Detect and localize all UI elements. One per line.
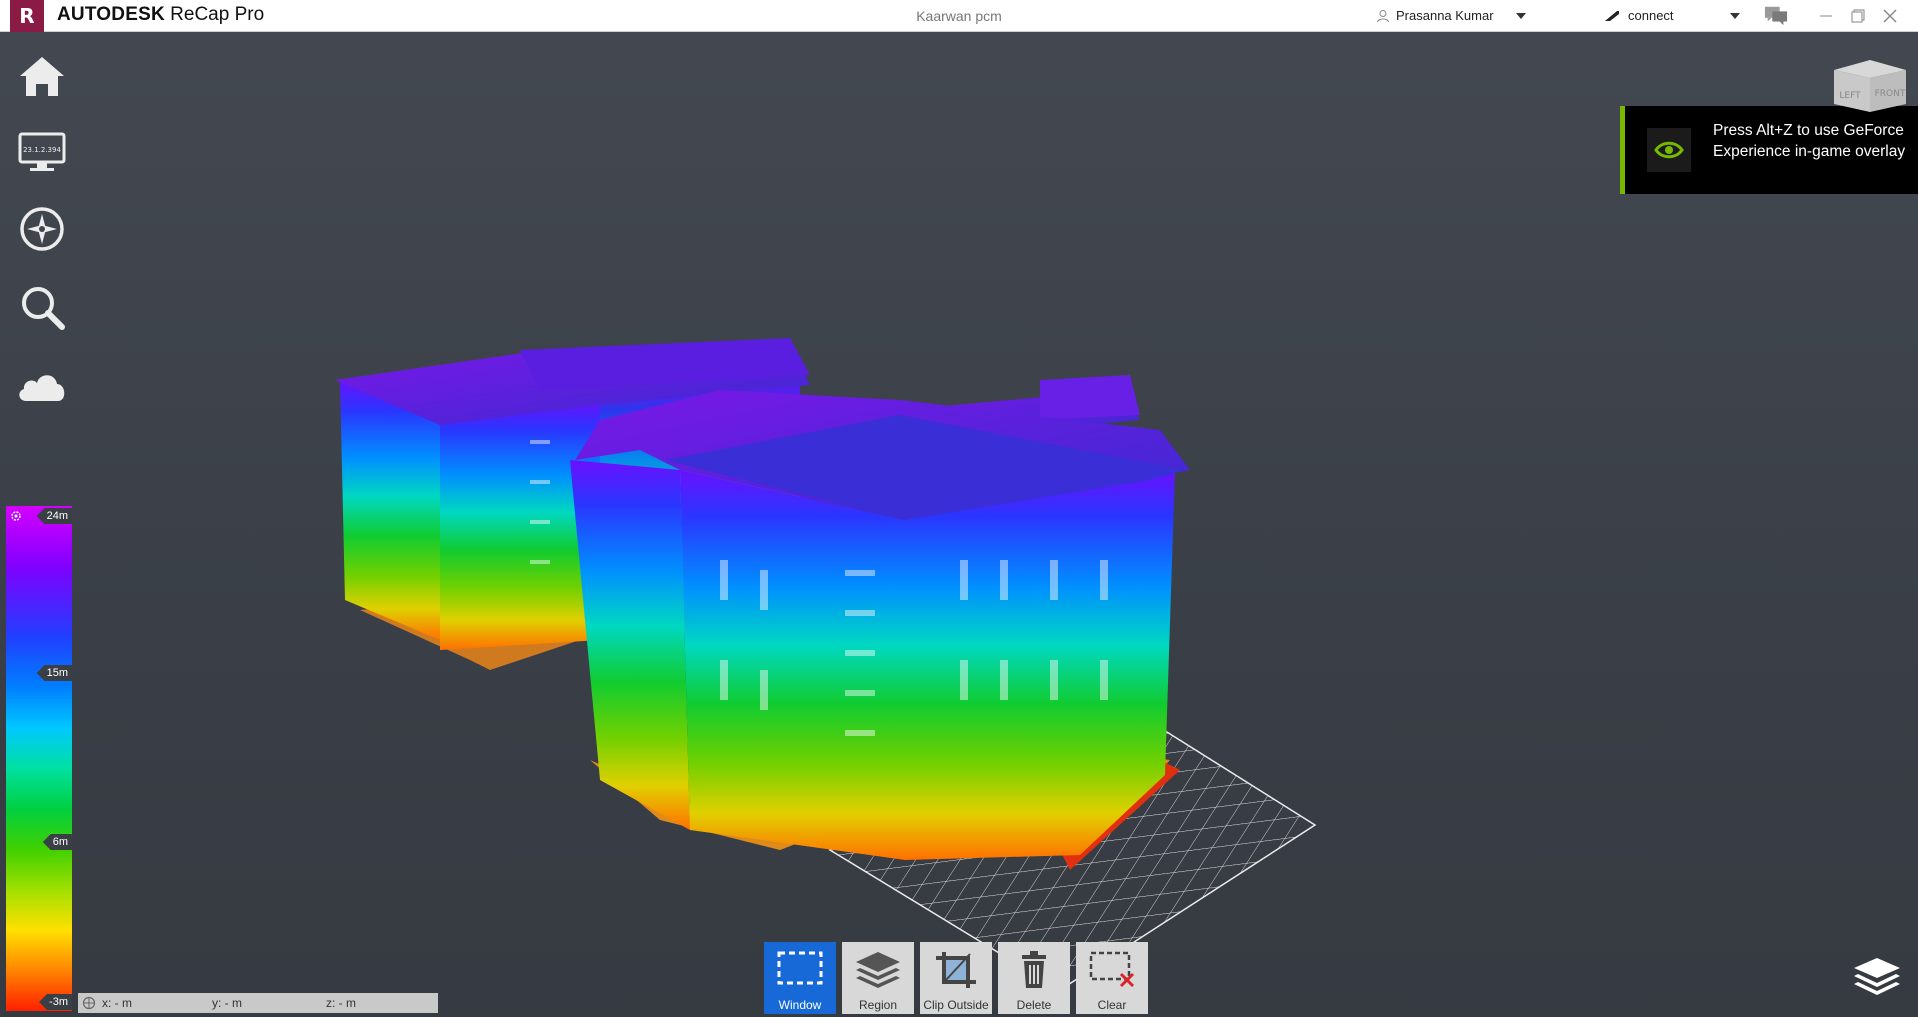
coordinates-bar: x: - m y: - m z: - m (78, 993, 438, 1013)
window-tool-label: Window (778, 998, 822, 1012)
clear-selection-icon (1089, 951, 1135, 988)
compass-icon (20, 207, 64, 251)
scale-mid-low-label[interactable]: 6m (42, 834, 72, 850)
view-cube[interactable]: LEFT FRONT (1830, 56, 1910, 117)
user-name: Prasanna Kumar (1396, 8, 1494, 23)
close-icon (1883, 9, 1897, 23)
coord-x: x: - m (102, 996, 132, 1010)
trash-icon (1022, 951, 1046, 988)
connect-label: connect (1628, 8, 1674, 23)
connect-menu[interactable]: connect (1604, 8, 1740, 23)
chevron-down-icon (1729, 12, 1740, 19)
clear-tool-label: Clear (1097, 998, 1127, 1012)
clip-outside-tool-label: Clip Outside (923, 998, 989, 1012)
restore-icon (1851, 9, 1865, 23)
app-title: AUTODESK ReCap Pro (57, 4, 264, 26)
layers-panel-button[interactable] (1852, 956, 1902, 1000)
cloud-icon (19, 375, 65, 401)
minimize-button[interactable] (1814, 4, 1838, 28)
crosshair-icon (82, 996, 96, 1010)
comments-button[interactable] (1764, 4, 1788, 28)
title-bar: R AUTODESK ReCap Pro Kaarwan pcm Prasann… (0, 0, 1918, 32)
autodesk-connect-icon (1605, 10, 1619, 21)
chevron-down-icon (1515, 12, 1526, 19)
navigation-button[interactable] (16, 203, 68, 255)
brand-name: AUTODESK (57, 4, 165, 25)
layers-icon (856, 952, 900, 988)
geforce-overlay-notification: Press Alt+Z to use GeForce Experience in… (1620, 106, 1918, 194)
nvidia-logo-icon (1647, 128, 1691, 172)
app-logo: R (10, 0, 44, 32)
coord-y: y: - m (212, 996, 242, 1010)
product-name: ReCap Pro (170, 4, 265, 25)
viewcube-left-label: LEFT (1839, 91, 1861, 101)
monitor-icon: 23.1.2.394 (18, 132, 66, 171)
search-button[interactable] (16, 281, 68, 333)
region-tool-button[interactable]: Region (842, 942, 914, 1014)
home-icon (20, 57, 64, 96)
window-select-icon (777, 951, 823, 985)
window-tool-button[interactable]: Window (764, 942, 836, 1014)
user-menu[interactable]: Prasanna Kumar (1376, 8, 1526, 23)
elevation-color-scale[interactable]: 24m 15m 6m -3m (6, 506, 72, 1011)
search-icon (22, 287, 65, 330)
clear-tool-button[interactable]: Clear (1076, 942, 1148, 1014)
region-tool-label: Region (858, 998, 898, 1012)
scale-max-label: 24m (36, 508, 72, 524)
delete-tool-button[interactable]: Delete (998, 942, 1070, 1014)
display-button[interactable]: 23.1.2.394 (16, 126, 68, 178)
crop-icon (936, 952, 976, 988)
cloud-button[interactable] (16, 360, 68, 412)
restore-button[interactable] (1846, 4, 1870, 28)
monitor-text: 23.1.2.394 (23, 146, 61, 154)
scale-mid-high-label[interactable]: 15m (36, 665, 72, 681)
scale-min-label: -3m (39, 994, 72, 1010)
clip-outside-tool-button[interactable]: Clip Outside (920, 942, 992, 1014)
limit-box-toolbar: Window Region Clip Outside Delete Clear (764, 942, 1148, 1014)
delete-tool-label: Delete (1016, 998, 1052, 1012)
user-icon (1377, 9, 1389, 22)
coord-z: z: - m (326, 996, 356, 1010)
close-button[interactable] (1878, 4, 1902, 28)
viewcube-front-label: FRONT (1875, 89, 1906, 99)
overlay-message: Press Alt+Z to use GeForce Experience in… (1713, 122, 1906, 160)
gear-icon[interactable] (10, 510, 22, 522)
home-button[interactable] (16, 50, 68, 102)
chat-icon (1764, 6, 1788, 26)
minimize-icon (1820, 15, 1832, 17)
